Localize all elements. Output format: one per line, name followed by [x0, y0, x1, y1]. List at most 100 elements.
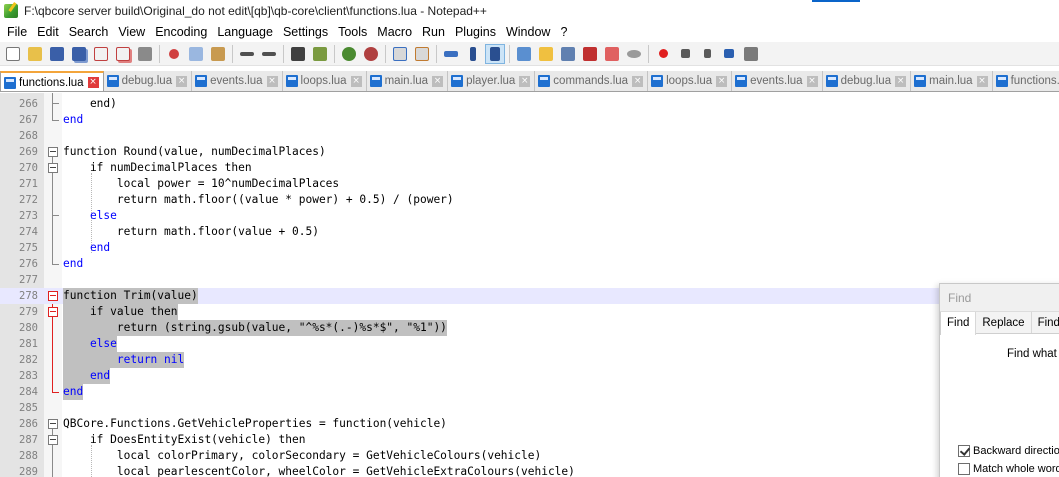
- close-icon[interactable]: ×: [176, 75, 188, 87]
- menu-window[interactable]: Window: [501, 25, 555, 39]
- find-dialog-tabs: Find Replace Find: [940, 312, 1059, 335]
- close-icon[interactable]: ×: [350, 75, 362, 87]
- toolbar-separator: [385, 44, 386, 63]
- menu-language[interactable]: Language: [212, 25, 278, 39]
- word-wrap-icon[interactable]: [441, 44, 461, 64]
- menu-tools[interactable]: Tools: [333, 25, 372, 39]
- find-icon[interactable]: [288, 44, 308, 64]
- tab-functions-lua[interactable]: functions.lua ×: [0, 71, 104, 91]
- match-whole-word-option[interactable]: Match whole word: [958, 463, 1059, 475]
- close-icon[interactable]: ×: [519, 75, 531, 87]
- copy-icon[interactable]: [186, 44, 206, 64]
- show-all-chars-icon[interactable]: [463, 44, 483, 64]
- tab-debug-lua[interactable]: debug.lua ×: [103, 71, 193, 91]
- run-macro-multiple-icon[interactable]: [719, 44, 739, 64]
- redo-icon[interactable]: [259, 44, 279, 64]
- fold-toggle[interactable]: [48, 147, 58, 157]
- code-editor[interactable]: 266 end) 267 end 268 269 function Round(…: [0, 93, 1059, 477]
- eye-icon[interactable]: [624, 44, 644, 64]
- close-all-icon[interactable]: [113, 44, 133, 64]
- function-list-icon[interactable]: [558, 44, 578, 64]
- tab-main-lua[interactable]: main.lua ×: [366, 71, 449, 91]
- sync-vertical-icon[interactable]: [390, 44, 410, 64]
- tab-label: main.lua: [929, 75, 973, 87]
- new-file-icon[interactable]: [3, 44, 23, 64]
- line-number: 288: [19, 450, 38, 462]
- save-icon[interactable]: [47, 44, 67, 64]
- code-text: function Round(value, numDecimalPlaces): [63, 145, 326, 158]
- tab-events-lua[interactable]: events.lua ×: [192, 71, 283, 91]
- title-bar: F:\qbcore server build\Original_do not e…: [0, 0, 1059, 22]
- file-icon: [106, 75, 119, 87]
- tab-commands-lua[interactable]: commands.lua ×: [535, 71, 649, 91]
- code-text: end: [63, 257, 84, 270]
- save-macro-icon[interactable]: [741, 44, 761, 64]
- save-all-icon[interactable]: [69, 44, 89, 64]
- lang-udl-icon[interactable]: [514, 44, 534, 64]
- undo-icon[interactable]: [237, 44, 257, 64]
- tab-find-in-files[interactable]: Find: [1031, 312, 1059, 333]
- tab-player-lua[interactable]: player.lua ×: [448, 71, 536, 91]
- menu-encoding[interactable]: Encoding: [150, 25, 212, 39]
- tab-replace[interactable]: Replace: [976, 312, 1032, 333]
- doc-map-icon[interactable]: [536, 44, 556, 64]
- open-file-icon[interactable]: [25, 44, 45, 64]
- menu-edit[interactable]: Edit: [32, 25, 64, 39]
- tab-debug-lua-2[interactable]: debug.lua ×: [822, 71, 912, 91]
- close-icon[interactable]: ×: [432, 75, 444, 87]
- menu-help[interactable]: ?: [555, 25, 572, 39]
- backward-direction-checkbox[interactable]: [958, 445, 970, 457]
- code-text: end: [63, 241, 111, 254]
- menu-file[interactable]: File: [2, 25, 32, 39]
- match-whole-word-label: Match whole word: [973, 463, 1059, 475]
- zoom-out-icon[interactable]: [361, 44, 381, 64]
- close-icon[interactable]: ×: [895, 75, 907, 87]
- code-line: 281 else: [0, 336, 1059, 352]
- folder-workspace-icon[interactable]: [580, 44, 600, 64]
- tab-find[interactable]: Find: [940, 312, 977, 335]
- menu-settings[interactable]: Settings: [278, 25, 333, 39]
- close-icon[interactable]: ×: [976, 75, 988, 87]
- close-icon[interactable]: ×: [806, 75, 818, 87]
- close-icon[interactable]: ×: [87, 77, 99, 88]
- monitoring-icon[interactable]: [602, 44, 622, 64]
- sync-horizontal-icon[interactable]: [412, 44, 432, 64]
- tab-main-lua-2[interactable]: main.lua ×: [911, 71, 993, 91]
- line-number: 272: [19, 194, 38, 206]
- find-what-label: Find what: [1007, 348, 1057, 360]
- menu-view[interactable]: View: [113, 25, 150, 39]
- tab-loops-lua[interactable]: loops.lua ×: [282, 71, 367, 91]
- indent-guide-icon[interactable]: [485, 43, 505, 64]
- close-icon[interactable]: ×: [716, 75, 728, 87]
- match-whole-word-checkbox[interactable]: [958, 463, 970, 475]
- tab-loops-lua-2[interactable]: loops.lua ×: [648, 71, 733, 91]
- fold-toggle[interactable]: [48, 419, 58, 429]
- paste-icon[interactable]: [208, 44, 228, 64]
- menu-search[interactable]: Search: [64, 25, 114, 39]
- menu-plugins[interactable]: Plugins: [450, 25, 501, 39]
- fold-toggle[interactable]: [48, 307, 58, 317]
- backward-direction-option[interactable]: Backward direction: [958, 445, 1059, 457]
- print-icon[interactable]: [135, 44, 155, 64]
- close-icon[interactable]: ×: [632, 75, 644, 87]
- play-macro-icon[interactable]: [697, 44, 717, 64]
- menu-macro[interactable]: Macro: [372, 25, 417, 39]
- close-icon[interactable]: [91, 44, 111, 64]
- tab-events-lua-2[interactable]: events.lua ×: [732, 71, 823, 91]
- replace-icon[interactable]: [310, 44, 330, 64]
- code-line: 286 QBCore.Functions.GetVehiclePropertie…: [0, 416, 1059, 432]
- line-number: 277: [19, 274, 38, 286]
- code-text-selected: end: [63, 384, 84, 400]
- fold-toggle[interactable]: [48, 435, 58, 445]
- close-icon[interactable]: ×: [266, 75, 278, 87]
- tab-functions-lua-2[interactable]: functions.lua: [992, 71, 1059, 91]
- menu-run[interactable]: Run: [417, 25, 450, 39]
- zoom-in-icon[interactable]: [339, 44, 359, 64]
- code-line: 285: [0, 400, 1059, 416]
- record-macro-icon[interactable]: [653, 44, 673, 64]
- stop-macro-icon[interactable]: [675, 44, 695, 64]
- cut-icon[interactable]: [164, 44, 184, 64]
- fold-toggle[interactable]: [48, 291, 58, 301]
- fold-toggle[interactable]: [48, 163, 58, 173]
- line-number: 278: [19, 290, 38, 302]
